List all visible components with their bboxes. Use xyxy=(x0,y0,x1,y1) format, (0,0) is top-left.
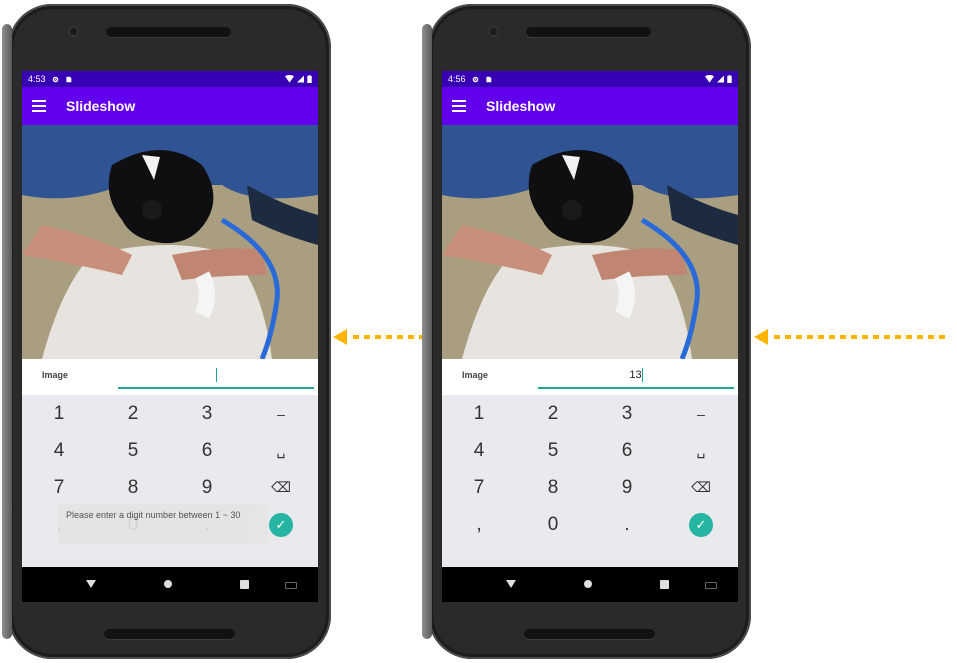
gear-icon xyxy=(52,76,58,82)
slideshow-image xyxy=(22,125,318,359)
phone-frame-2: 4:56 Slideshow Image 13 1 2 3 – 4 5 6 ␣ … xyxy=(422,4,751,659)
recents-square-icon[interactable] xyxy=(240,580,249,589)
app-title: Slideshow xyxy=(486,98,556,114)
sd-card-icon xyxy=(485,76,491,82)
wifi-icon xyxy=(285,75,294,83)
gear-icon xyxy=(472,76,478,82)
slideshow-image xyxy=(442,125,738,359)
back-triangle-icon[interactable] xyxy=(86,580,96,588)
earpiece-speaker xyxy=(106,27,231,37)
navigation-bar xyxy=(22,567,318,602)
image-label: Image xyxy=(462,370,489,380)
app-bar: Slideshow xyxy=(22,87,318,125)
key-space[interactable]: ␣ xyxy=(244,432,318,469)
key-minus[interactable]: – xyxy=(244,395,318,432)
key-5[interactable]: 5 xyxy=(96,432,170,469)
keyboard-icon[interactable] xyxy=(285,582,297,589)
text-caret xyxy=(641,368,643,383)
battery-icon xyxy=(307,75,312,83)
hamburger-menu-icon[interactable] xyxy=(32,97,46,115)
wifi-icon xyxy=(705,75,714,83)
recents-square-icon[interactable] xyxy=(660,580,669,589)
key-0[interactable]: 0 xyxy=(516,506,590,543)
key-7[interactable]: 7 xyxy=(22,469,96,506)
phone-edge-highlight xyxy=(422,24,432,639)
key-backspace[interactable]: ⌫ xyxy=(244,469,318,506)
checkmark-icon: ✓ xyxy=(269,512,293,537)
image-label: Image xyxy=(42,370,69,380)
app-bar: Slideshow xyxy=(442,87,738,125)
phone-screen-2: 4:56 Slideshow Image 13 1 2 3 – 4 5 6 ␣ … xyxy=(442,71,738,602)
key-4[interactable]: 4 xyxy=(442,432,516,469)
phone-frame-1: 4:53 Slideshow Image 1 2 3 – 4 5 6 ␣ 7 8… xyxy=(2,4,331,659)
key-period[interactable]: . xyxy=(590,506,664,543)
validation-toast: Please enter a digit number between 1 ~ … xyxy=(58,504,268,544)
earpiece-speaker xyxy=(526,27,651,37)
phone-edge-highlight xyxy=(2,24,12,639)
cell-signal-icon xyxy=(297,75,304,83)
cell-signal-icon xyxy=(717,75,724,83)
status-bar: 4:56 xyxy=(442,71,738,87)
key-9[interactable]: 9 xyxy=(170,469,244,506)
status-time: 4:53 xyxy=(28,74,46,84)
key-space[interactable]: ␣ xyxy=(664,432,738,469)
key-1[interactable]: 1 xyxy=(22,395,96,432)
phone-screen-1: 4:53 Slideshow Image 1 2 3 – 4 5 6 ␣ 7 8… xyxy=(22,71,318,602)
key-2[interactable]: 2 xyxy=(96,395,170,432)
key-backspace[interactable]: ⌫ xyxy=(664,469,738,506)
key-8[interactable]: 8 xyxy=(516,469,590,506)
status-time: 4:56 xyxy=(448,74,466,84)
key-3[interactable]: 3 xyxy=(590,395,664,432)
input-value: 13 xyxy=(629,369,642,381)
key-2[interactable]: 2 xyxy=(516,395,590,432)
home-circle-icon[interactable] xyxy=(164,580,172,588)
sd-card-icon xyxy=(65,76,71,82)
key-6[interactable]: 6 xyxy=(170,432,244,469)
bottom-speaker xyxy=(104,629,235,639)
key-minus[interactable]: – xyxy=(664,395,738,432)
dotted-arrow-left-icon xyxy=(333,329,425,345)
key-4[interactable]: 4 xyxy=(22,432,96,469)
key-1[interactable]: 1 xyxy=(442,395,516,432)
app-title: Slideshow xyxy=(66,98,136,114)
image-input-row: Image xyxy=(22,359,318,395)
dotted-arrow-left-icon xyxy=(754,329,945,345)
back-triangle-icon[interactable] xyxy=(506,580,516,588)
key-5[interactable]: 5 xyxy=(516,432,590,469)
text-caret xyxy=(215,368,217,383)
key-8[interactable]: 8 xyxy=(96,469,170,506)
front-camera xyxy=(70,28,77,35)
key-comma[interactable]: , xyxy=(442,506,516,543)
hamburger-menu-icon[interactable] xyxy=(452,97,466,115)
image-input-row: Image 13 xyxy=(442,359,738,395)
key-3[interactable]: 3 xyxy=(170,395,244,432)
bottom-speaker xyxy=(524,629,655,639)
key-done[interactable]: ✓ xyxy=(664,506,738,543)
numeric-keypad: 1 2 3 – 4 5 6 ␣ 7 8 9 ⌫ , 0 . ✓ xyxy=(442,395,738,567)
key-6[interactable]: 6 xyxy=(590,432,664,469)
front-camera xyxy=(490,28,497,35)
image-number-input[interactable]: 13 xyxy=(538,363,734,389)
checkmark-icon: ✓ xyxy=(689,512,713,537)
keyboard-icon[interactable] xyxy=(705,582,717,589)
status-bar: 4:53 xyxy=(22,71,318,87)
key-7[interactable]: 7 xyxy=(442,469,516,506)
navigation-bar xyxy=(442,567,738,602)
key-9[interactable]: 9 xyxy=(590,469,664,506)
image-number-input[interactable] xyxy=(118,363,314,389)
home-circle-icon[interactable] xyxy=(584,580,592,588)
battery-icon xyxy=(727,75,732,83)
